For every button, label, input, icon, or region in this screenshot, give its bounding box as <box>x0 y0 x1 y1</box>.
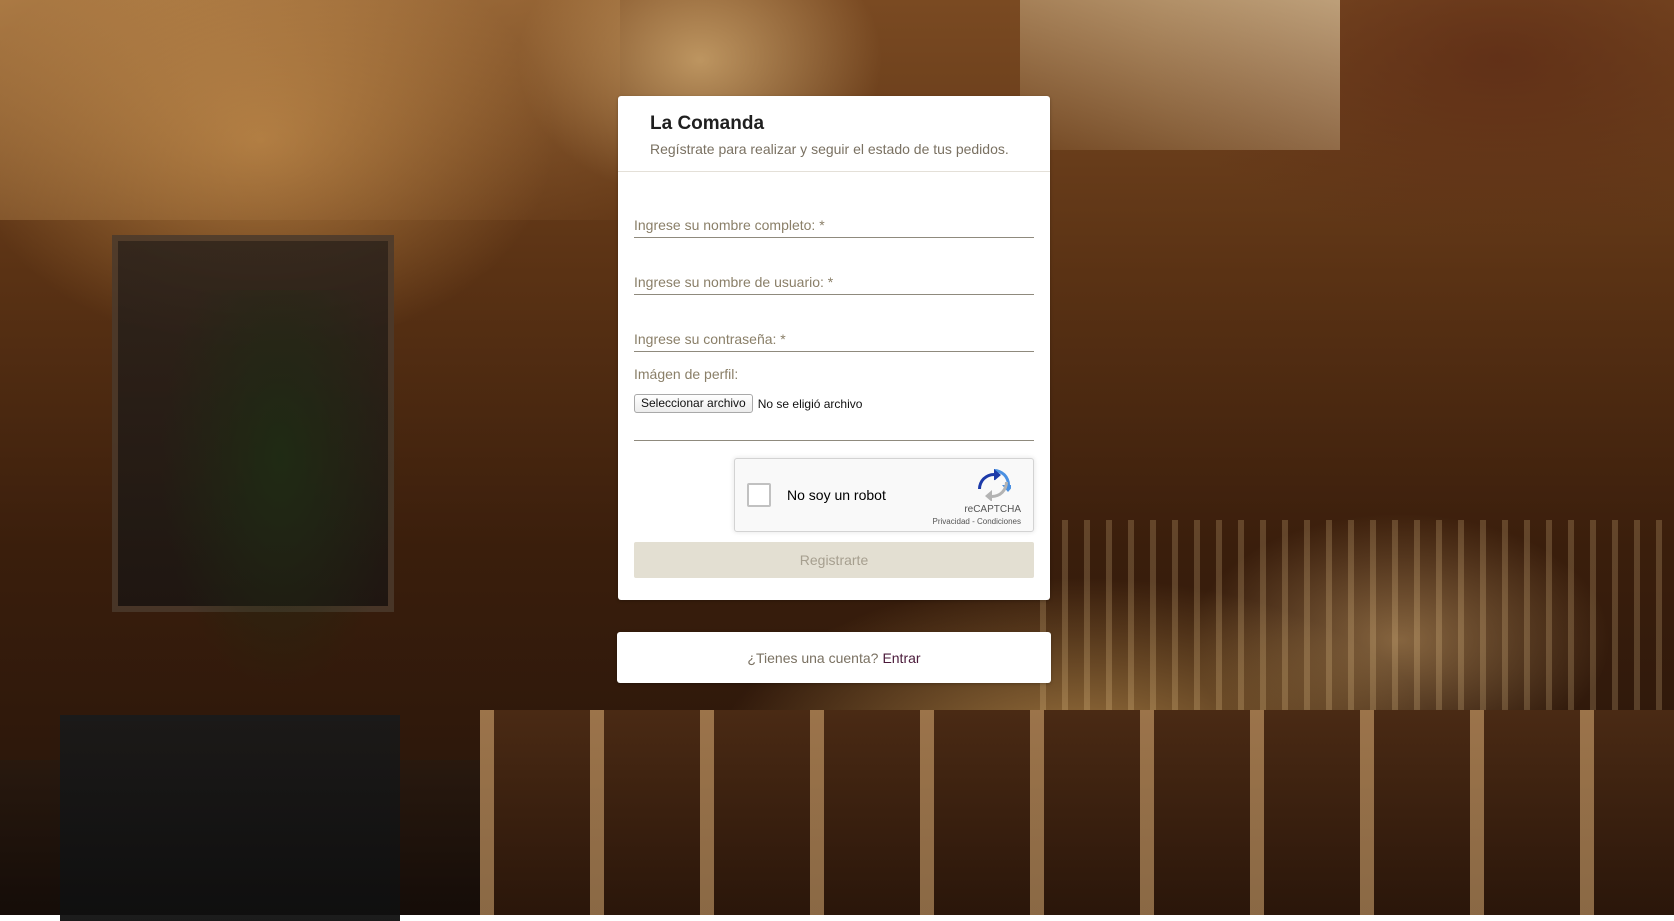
background-ceiling <box>0 0 620 220</box>
profile-image-field: Imágen de perfil: Seleccionar archivo No… <box>634 352 1034 441</box>
full-name-field[interactable]: Ingrese su nombre completo: * <box>634 172 1034 238</box>
recaptcha-container: No soy un robot reCAPTCHA Privacidad - C… <box>634 441 1034 532</box>
login-link[interactable]: Entrar <box>882 650 920 666</box>
recaptcha-logo-icon <box>978 469 1011 501</box>
login-prompt-card: ¿Tienes una cuenta? Entrar <box>617 632 1051 683</box>
background-bar-counter <box>480 710 1674 915</box>
signup-card: La Comanda Regístrate para realizar y se… <box>618 96 1050 600</box>
background-ceiling-light <box>1020 0 1340 150</box>
app-title: La Comanda <box>650 113 765 134</box>
choose-file-button[interactable]: Seleccionar archivo <box>634 394 753 413</box>
recaptcha-brand: reCAPTCHA <box>964 504 1021 515</box>
background-chalkboard <box>60 715 400 921</box>
file-status-text: No se eligió archivo <box>757 396 863 411</box>
file-picker: Seleccionar archivo No se eligió archivo <box>634 394 862 413</box>
recaptcha-checkbox[interactable] <box>747 483 771 507</box>
password-field[interactable]: Ingrese su contraseña: * <box>634 295 1034 352</box>
recaptcha-widget: No soy un robot reCAPTCHA Privacidad - C… <box>734 458 1034 532</box>
recaptcha-links-separator: - <box>969 517 977 526</box>
profile-image-label: Imágen de perfil: <box>634 366 739 382</box>
signup-header: La Comanda Regístrate para realizar y se… <box>618 96 1050 172</box>
signup-form: Ingrese su nombre completo: * Ingrese su… <box>618 172 1050 578</box>
background-bar-shelves <box>1040 520 1674 720</box>
username-field[interactable]: Ingrese su nombre de usuario: * <box>634 238 1034 295</box>
login-question: ¿Tienes una cuenta? <box>747 649 879 666</box>
username-input[interactable] <box>634 268 1034 292</box>
password-input[interactable] <box>634 325 1034 349</box>
recaptcha-privacy-link[interactable]: Privacidad <box>933 517 970 526</box>
recaptcha-terms-link[interactable]: Condiciones <box>977 517 1021 526</box>
signup-subtitle: Regístrate para realizar y seguir el est… <box>650 141 1009 157</box>
recaptcha-links: Privacidad - Condiciones <box>933 517 1022 526</box>
register-button[interactable]: Registrarte <box>634 542 1034 578</box>
background-plant <box>150 290 410 710</box>
full-name-input[interactable] <box>634 211 1034 235</box>
recaptcha-checkbox-label: No soy un robot <box>787 487 886 503</box>
submit-wrap: Registrarte <box>634 528 1034 578</box>
